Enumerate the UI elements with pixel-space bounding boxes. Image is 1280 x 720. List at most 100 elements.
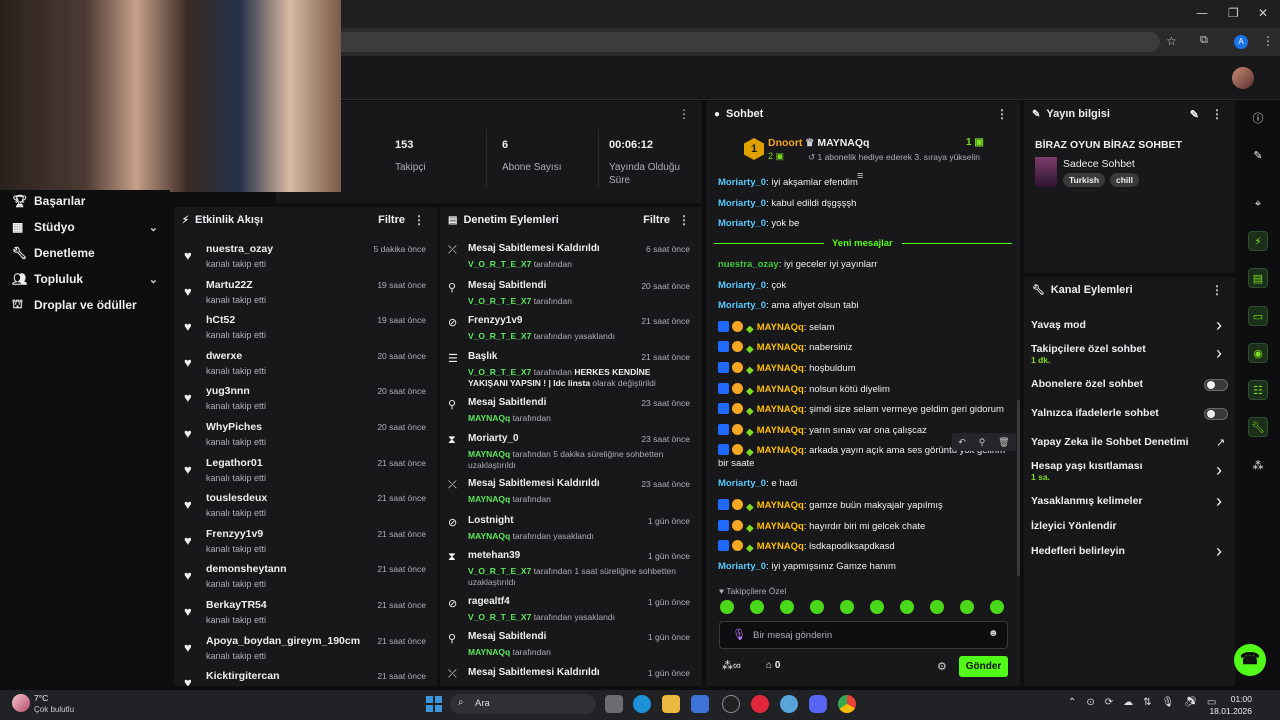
emote-icon[interactable] <box>870 600 884 614</box>
moderator-name[interactable]: V_O_R_T_E_X7 <box>468 612 531 622</box>
moderator-name[interactable]: MAYNAQq <box>468 494 510 504</box>
profile-icon[interactable]: A <box>1234 35 1248 49</box>
close-icon[interactable]: ✕ <box>1258 6 1268 20</box>
toggle-switch[interactable] <box>1204 379 1228 391</box>
chat-message[interactable]: ◆ MAYNAQq: lsdkapodiksapdkasd <box>718 540 895 554</box>
chat-message[interactable]: Moriarty_0: çok <box>718 280 786 291</box>
chat-username[interactable]: Moriarty_0 <box>718 177 766 188</box>
file-explorer-icon[interactable] <box>662 695 680 713</box>
chat-username[interactable]: MAYNAQq <box>757 363 804 374</box>
delete-icon[interactable]: 🗑︎ <box>998 437 1009 448</box>
follower-name[interactable]: dwerxe <box>206 350 242 362</box>
emote-icon[interactable] <box>840 600 854 614</box>
store-icon[interactable] <box>691 695 709 713</box>
stats-menu-icon[interactable]: ⋮ <box>678 107 690 121</box>
channel-action-item[interactable]: Yasaklanmış kelimeler <box>1031 495 1143 507</box>
chevron-right-icon[interactable]: › <box>1216 541 1222 562</box>
broadcast-icon[interactable]: ◉ <box>1248 343 1268 363</box>
chat-message[interactable]: Moriarty_0: kabul edildi dşgşşşh <box>718 198 856 209</box>
sidebar-item-community[interactable]: 👥︎ Topluluk ⌄ <box>12 268 170 290</box>
task-view-icon[interactable] <box>605 695 623 713</box>
list-item[interactable]: ♥ WhyPiches kanalı takip etti 20 saat önce <box>174 418 434 454</box>
modlog-filter-button[interactable]: Filtre <box>643 214 670 226</box>
document-icon[interactable]: ▤ <box>1248 268 1268 288</box>
chat-message[interactable]: Moriarty_0: ama afiyet olsun tabi <box>718 300 858 311</box>
emote-icon[interactable] <box>990 600 1004 614</box>
channel-action-item[interactable]: İzleyici Yönlendir <box>1031 520 1117 532</box>
sidebar-item-achievements[interactable]: 🏆︎ Başarılar <box>12 190 85 212</box>
chat-username[interactable]: MAYNAQq <box>757 541 804 552</box>
tag[interactable]: chill <box>1110 173 1140 187</box>
people-icon[interactable]: ☷ <box>1248 380 1268 400</box>
chat-scrollbar[interactable] <box>1017 400 1020 576</box>
moderator-name[interactable]: V_O_R_T_E_X7 <box>468 367 531 377</box>
follower-name[interactable]: Legathor01 <box>206 457 263 469</box>
emote-icon[interactable] <box>750 600 764 614</box>
chat-username[interactable]: Moriarty_0 <box>718 218 766 229</box>
chat-message[interactable]: ◆ MAYNAQq: yarın sınav var ona çalışcaz <box>718 423 927 438</box>
chat-message[interactable]: Moriarty_0: yok be <box>718 218 799 229</box>
chat-username[interactable]: nuestra_ozay <box>718 259 779 270</box>
mic-icon[interactable]: 🎙︎ <box>732 628 746 641</box>
follower-name[interactable]: nuestra_ozay <box>206 243 273 255</box>
follower-name[interactable]: WhyPiches <box>206 421 262 433</box>
chat-username[interactable]: Moriarty_0 <box>718 561 766 572</box>
emote-icon[interactable] <box>810 600 824 614</box>
chat-username[interactable]: MAYNAQq <box>757 404 804 415</box>
channel-action-item[interactable]: Yavaş mod <box>1031 319 1086 331</box>
chat-message[interactable]: ◆ MAYNAQq: hayırdır biri mi gelcek chate <box>718 519 925 534</box>
chat-message[interactable]: Moriarty_0: iyi akşamlar efendim <box>718 177 858 188</box>
pinterest-icon[interactable] <box>751 695 769 713</box>
app-icon[interactable] <box>722 695 740 713</box>
chat-message[interactable]: ◆ MAYNAQq: hoşbuldum <box>718 362 856 376</box>
wrench-icon[interactable]: 🔧︎ <box>1248 417 1268 437</box>
channel-action-item[interactable]: Abonelere özel sohbet <box>1031 378 1143 390</box>
sidebar-item-moderation[interactable]: 🔧︎ Denetleme <box>12 242 95 264</box>
list-item[interactable]: ♥ Martu22Z kanalı takip etti 19 saat önce <box>174 276 434 312</box>
list-item[interactable]: ♥ hCt52 kanalı takip etti 19 saat önce <box>174 311 434 347</box>
moderator-name[interactable]: MAYNAQq <box>468 647 510 657</box>
channel-points-icon[interactable]: ⁂∞ <box>722 659 741 672</box>
chat-message[interactable]: ◆ MAYNAQq: nabersiniz <box>718 341 852 355</box>
follower-name[interactable]: Kicktirgitercan <box>206 670 280 682</box>
support-icon[interactable]: ☎︎ <box>1234 644 1266 676</box>
minimize-icon[interactable]: — <box>1196 6 1208 20</box>
follower-name[interactable]: touslesdeux <box>206 492 267 504</box>
toggle-switch[interactable] <box>1204 408 1228 420</box>
emoji-icon[interactable]: ☻ <box>988 628 999 639</box>
send-button[interactable]: Gönder <box>959 656 1008 677</box>
chat-message[interactable]: ◆ MAYNAQq: selam <box>718 320 834 335</box>
discord-icon[interactable] <box>809 695 827 713</box>
sidebar-item-drops[interactable]: ⛫ Droplar ve ödüller <box>12 294 137 316</box>
pencil-icon[interactable]: ✎ <box>1248 145 1268 165</box>
moderator-name[interactable]: V_O_R_T_E_X7 <box>468 259 531 269</box>
chat-message[interactable]: ◆ MAYNAQq: nolsun kötü diyelim <box>718 382 890 397</box>
avatar[interactable] <box>1232 67 1254 89</box>
chat-input[interactable]: 🎙︎ Bir mesaj gönderin ☻ <box>719 621 1008 649</box>
tag[interactable]: Turkish <box>1063 173 1106 187</box>
chat-message[interactable]: ◆ MAYNAQq: şimdi size selam vermeye geldi… <box>718 403 1004 417</box>
list-item[interactable]: ♥ Apoya_boydan_gireym_190cm kanalı takip e… <box>174 632 434 668</box>
channel-action-item[interactable]: Yapay Zeka ile Sohbet Denetimi <box>1031 436 1189 448</box>
moderator-name[interactable]: V_O_R_T_E_X7 <box>468 566 531 576</box>
points-icon[interactable]: ⁂ <box>1248 455 1268 475</box>
chat-username[interactable]: MAYNAQq <box>757 521 804 532</box>
modlog-menu-icon[interactable]: ⋮ <box>678 213 690 227</box>
list-item[interactable]: ♥ nuestra_ozay kanalı takip etti 5 dakika ö… <box>174 240 434 276</box>
chevron-right-icon[interactable]: › <box>1216 315 1222 336</box>
chat-message[interactable]: Moriarty_0: e hadi <box>718 478 797 489</box>
chat-username[interactable]: MAYNAQq <box>757 384 804 395</box>
emote-icon[interactable] <box>930 600 944 614</box>
gifter-name[interactable]: ♛ MAYNAQq <box>805 137 869 149</box>
edge-icon[interactable] <box>633 695 651 713</box>
chrome-icon[interactable] <box>838 695 856 713</box>
external-link-icon[interactable]: ↗ <box>1216 436 1225 449</box>
moderator-name[interactable]: V_O_R_T_E_X7 <box>468 296 531 306</box>
moderator-name[interactable]: MAYNAQq <box>468 413 510 423</box>
chat-settings-icon[interactable]: ⚙︎ <box>937 660 947 673</box>
activity-menu-icon[interactable]: ⋮ <box>413 213 425 227</box>
emote-icon[interactable] <box>900 600 914 614</box>
globe-icon[interactable] <box>780 695 798 713</box>
follower-name[interactable]: yug3nnn <box>206 385 250 397</box>
pin-icon[interactable]: ⚲ <box>979 437 986 448</box>
